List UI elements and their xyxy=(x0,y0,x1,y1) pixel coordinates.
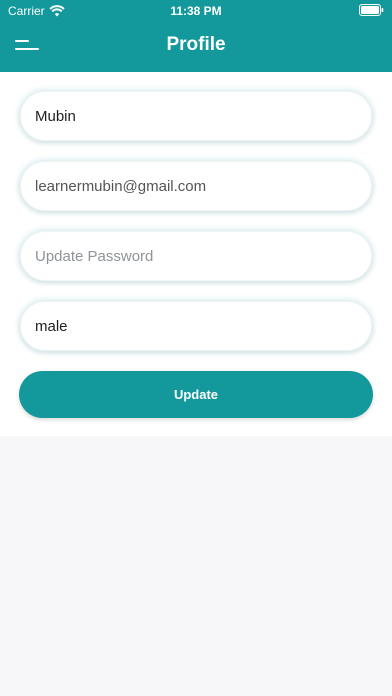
profile-screen: Carrier 11:38 PM Profile Mubin learnermu… xyxy=(0,0,392,696)
password-field-wrapper xyxy=(20,231,372,281)
password-field[interactable] xyxy=(21,232,371,280)
name-field-wrapper xyxy=(20,91,372,141)
profile-form: Update xyxy=(0,72,392,436)
gender-field-wrapper xyxy=(20,301,372,351)
page-title: Profile xyxy=(166,34,226,55)
header-bar: Carrier 11:38 PM Profile xyxy=(0,0,392,72)
email-field-wrapper xyxy=(20,161,372,211)
update-button[interactable]: Update xyxy=(19,371,373,418)
email-field[interactable] xyxy=(21,162,371,210)
gender-field[interactable] xyxy=(21,302,371,350)
name-field[interactable] xyxy=(21,92,371,140)
status-bar: Carrier 11:38 PM xyxy=(0,0,392,22)
battery-icon xyxy=(359,4,384,16)
status-time: 11:38 PM xyxy=(170,4,222,18)
